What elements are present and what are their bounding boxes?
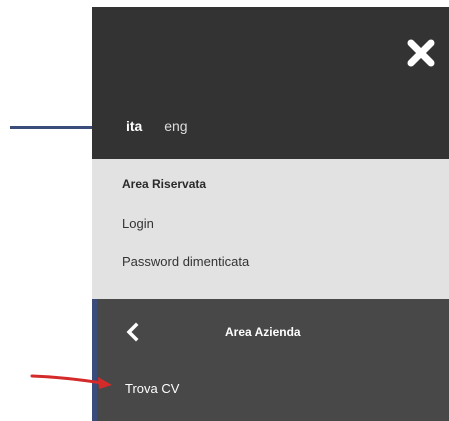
close-icon: [407, 39, 435, 67]
company-area-section: Area Azienda Trova CV: [92, 299, 449, 421]
reserved-area-title: Area Riservata: [122, 177, 207, 191]
language-switcher: ita eng: [126, 118, 188, 134]
close-button[interactable]: [405, 37, 437, 69]
back-button[interactable]: [125, 322, 141, 342]
lang-ita[interactable]: ita: [126, 118, 142, 134]
lang-eng[interactable]: eng: [164, 118, 187, 134]
company-area-title: Area Azienda: [225, 325, 301, 339]
chevron-left-icon: [126, 322, 139, 342]
find-cv-link[interactable]: Trova CV: [125, 381, 179, 396]
background-line: [10, 126, 95, 129]
reserved-area-section: Area Riservata Login Password dimenticat…: [92, 159, 449, 299]
forgot-password-link[interactable]: Password dimenticata: [122, 254, 249, 269]
red-arrow-annotation: [30, 374, 112, 389]
mobile-menu-panel: ita eng Area Riservata Login Password di…: [92, 7, 449, 421]
login-link[interactable]: Login: [122, 216, 154, 231]
